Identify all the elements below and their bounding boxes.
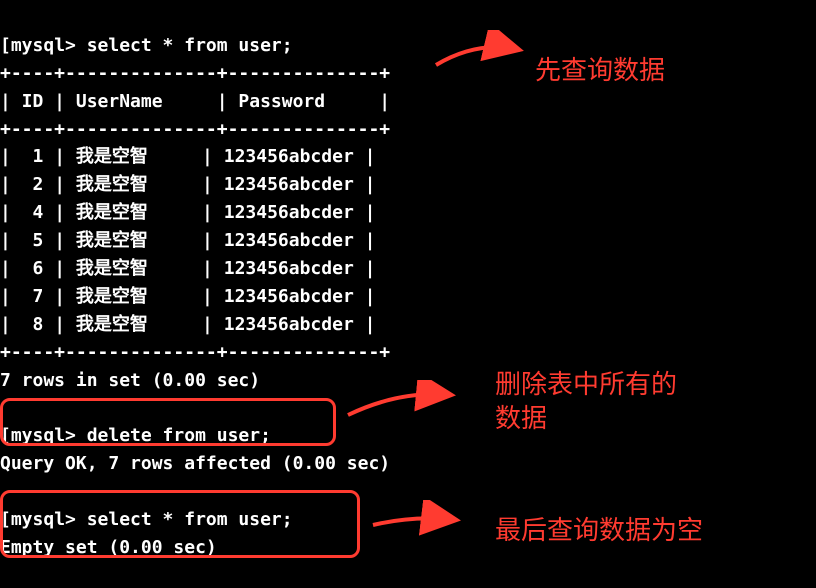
table-row: | 5 | 我是空智 | 123456abcder | [0, 230, 375, 251]
highlight-box-delete [0, 398, 336, 446]
arrow-icon [428, 30, 528, 80]
annotation-empty-result: 最后查询数据为空 [495, 510, 703, 547]
table-border-top: +----+--------------+--------------+ [0, 63, 390, 84]
table-row: | 2 | 我是空智 | 123456abcder | [0, 174, 375, 195]
table-row: | 4 | 我是空智 | 123456abcder | [0, 202, 375, 223]
prompt-line-1: [mysql> select * from user; [0, 35, 293, 56]
highlight-box-empty [0, 490, 360, 558]
table-row: | 7 | 我是空智 | 123456abcder | [0, 286, 375, 307]
result-line-1: 7 rows in set (0.00 sec) [0, 370, 260, 391]
table-border-bottom: +----+--------------+--------------+ [0, 342, 390, 363]
result-line-2: Query OK, 7 rows affected (0.00 sec) [0, 453, 390, 474]
table-border-mid: +----+--------------+--------------+ [0, 119, 390, 140]
terminal-output: [mysql> select * from user; +----+------… [0, 0, 816, 566]
annotation-delete-all: 删除表中所有的 数据 [495, 368, 677, 436]
arrow-icon [340, 380, 460, 430]
table-header-row: | ID | UserName | Password | [0, 91, 390, 112]
table-row: | 8 | 我是空智 | 123456abcder | [0, 314, 375, 335]
table-row: | 6 | 我是空智 | 123456abcder | [0, 258, 375, 279]
arrow-icon [365, 500, 465, 540]
table-row: | 1 | 我是空智 | 123456abcder | [0, 146, 375, 167]
annotation-query-first: 先查询数据 [535, 50, 665, 87]
